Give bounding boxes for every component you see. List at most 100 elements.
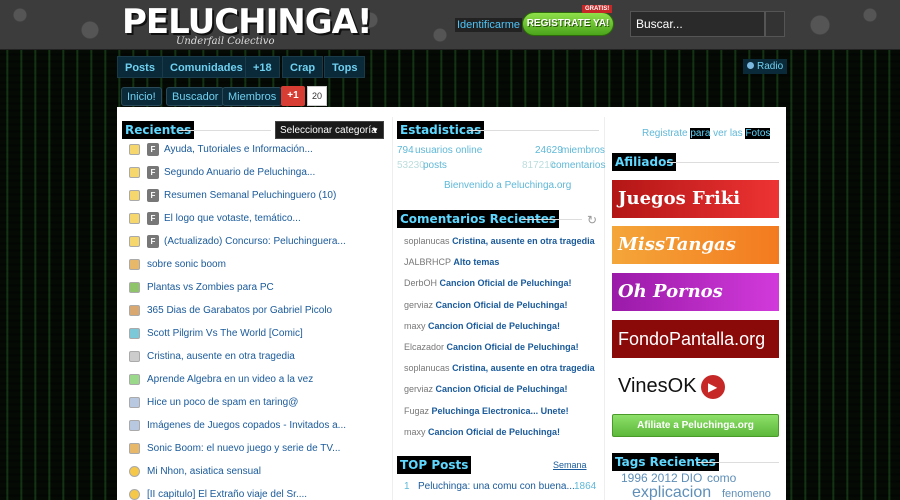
recent-post-row[interactable]: Cristina, ausente en otra tragedia bbox=[127, 349, 387, 367]
period-link-semana[interactable]: Semana bbox=[553, 460, 587, 470]
recent-post-row[interactable]: Imágenes de Juegos copados - Invitados a… bbox=[127, 418, 387, 436]
recent-post-title: 365 Dias de Garabatos por Gabriel Picolo bbox=[147, 305, 333, 316]
folder-icon bbox=[129, 144, 140, 155]
radio-link[interactable]: Radio bbox=[743, 59, 788, 74]
category-select[interactable]: Seleccionar categoría ▼ bbox=[275, 121, 384, 139]
recent-post-row[interactable]: Aprende Algebra en un video a la vez bbox=[127, 372, 387, 390]
tag-link[interactable]: 2012 bbox=[651, 471, 678, 485]
pinned-icon: F bbox=[147, 212, 159, 225]
plant-icon bbox=[129, 282, 140, 293]
comment-row[interactable]: DerbOH Cancion Oficial de Peluchinga! bbox=[404, 278, 572, 288]
comment-row[interactable]: gerviaz Cancion Oficial de Peluchinga! bbox=[404, 384, 568, 394]
radio-label: Radio bbox=[757, 61, 784, 72]
search-button[interactable] bbox=[765, 11, 785, 37]
comment-post-link[interactable]: Peluchinga Electronica... Unete! bbox=[432, 406, 569, 416]
site-logo[interactable]: PELUCHINGA! bbox=[122, 4, 372, 40]
tag-link[interactable]: fenomeno bbox=[722, 488, 771, 500]
comment-post-link[interactable]: Cancion Oficial de Peluchinga! bbox=[440, 278, 572, 288]
pinned-icon: F bbox=[147, 166, 159, 179]
tab-tops[interactable]: Tops bbox=[324, 56, 366, 78]
tab-posts[interactable]: Posts bbox=[117, 56, 163, 78]
tag-link[interactable]: 1996 bbox=[621, 471, 648, 485]
comment-row[interactable]: gerviaz Cancion Oficial de Peluchinga! bbox=[404, 300, 568, 310]
comment-row[interactable]: soplanucas Cristina, ausente en otra tra… bbox=[404, 363, 595, 373]
comment-row[interactable]: soplanucas Cristina, ausente en otra tra… bbox=[404, 236, 595, 246]
recent-post-row[interactable]: 365 Dias de Garabatos por Gabriel Picolo bbox=[127, 303, 387, 321]
refresh-icon[interactable]: ↻ bbox=[587, 213, 597, 227]
category-select-value: Seleccionar categoría bbox=[280, 125, 377, 136]
comment-user[interactable]: maxy bbox=[404, 427, 426, 437]
comment-row[interactable]: maxy Cancion Oficial de Peluchinga! bbox=[404, 321, 560, 331]
banner-juegos-friki[interactable]: Juegos Friki bbox=[612, 180, 779, 218]
recent-post-title: Segundo Anuario de Peluchinga... bbox=[164, 167, 316, 178]
comment-post-link[interactable]: Cristina, ausente en otra tragedia bbox=[452, 236, 595, 246]
recent-post-row[interactable]: F Ayuda, Tutoriales e Información... bbox=[127, 142, 387, 160]
recent-post-row[interactable]: Hice un poco de spam en taring@ bbox=[127, 395, 387, 413]
banner-fondo-pantalla[interactable]: FondoPantalla.org bbox=[612, 320, 779, 358]
folder-icon bbox=[129, 190, 140, 201]
recent-post-row[interactable]: F (Actualizado) Concurso: Peluchinguera..… bbox=[127, 234, 387, 252]
column-divider bbox=[392, 117, 393, 500]
comment-post-link[interactable]: Cancion Oficial de Peluchinga! bbox=[447, 342, 579, 352]
pinned-icon: F bbox=[147, 143, 159, 156]
register-button[interactable]: REGISTRATE YA! bbox=[522, 12, 614, 36]
subnav-inicio[interactable]: Inicio! bbox=[121, 87, 162, 106]
comment-post-link[interactable]: Alto temas bbox=[453, 257, 499, 267]
recent-post-row[interactable]: Plantas vs Zombies para PC bbox=[127, 280, 387, 298]
comment-user[interactable]: soplanucas bbox=[404, 236, 450, 246]
recent-post-row[interactable]: F El logo que votaste, temático... bbox=[127, 211, 387, 229]
search-input[interactable] bbox=[630, 11, 765, 37]
site-header: PELUCHINGA! Underfail Colectivo Identifi… bbox=[0, 0, 900, 50]
banner-oh-pornos[interactable]: Oh Pornos bbox=[612, 273, 779, 311]
tag-link[interactable]: explicacion bbox=[632, 484, 711, 500]
comment-user[interactable]: gerviaz bbox=[404, 300, 433, 310]
top-post-rank: 1 bbox=[404, 481, 410, 492]
banner-miss-tangas[interactable]: MissTangas bbox=[612, 226, 779, 264]
play-icon: ▶ bbox=[700, 374, 725, 399]
recent-post-row[interactable]: Mi Nhon, asiatica sensual bbox=[127, 464, 387, 482]
comment-user[interactable]: gerviaz bbox=[404, 384, 433, 394]
recent-post-row[interactable]: [II capitulo] El Extraño viaje del Sr...… bbox=[127, 487, 387, 500]
subnav-buscador[interactable]: Buscador bbox=[166, 87, 225, 106]
gplus-button[interactable]: +1 bbox=[281, 86, 305, 106]
comment-post-link[interactable]: Cancion Oficial de Peluchinga! bbox=[428, 321, 560, 331]
recent-post-title: [II capitulo] El Extraño viaje del Sr...… bbox=[147, 489, 308, 500]
comment-post-link[interactable]: Cancion Oficial de Peluchinga! bbox=[436, 384, 568, 394]
register-prompt-link[interactable]: Registrate bbox=[642, 128, 688, 139]
banner-vinesok[interactable]: VinesOK ▶ bbox=[612, 367, 779, 405]
tab-18[interactable]: +18 bbox=[245, 56, 280, 78]
comment-row[interactable]: Fugaz Peluchinga Electronica... Unete! bbox=[404, 406, 569, 416]
tag-link[interactable]: como bbox=[707, 471, 736, 485]
login-link[interactable]: Identificarme bbox=[455, 18, 522, 32]
comment-user[interactable]: soplanucas bbox=[404, 363, 450, 373]
recent-post-row[interactable]: F Segundo Anuario de Peluchinga... bbox=[127, 165, 387, 183]
section-rule bbox=[179, 130, 271, 131]
recent-post-row[interactable]: Scott Pilgrim Vs The World [Comic] bbox=[127, 326, 387, 344]
recent-post-row[interactable]: F Resumen Semanal Peluchinguero (10) bbox=[127, 188, 387, 206]
register-prompt-fotos: Fotos bbox=[745, 128, 771, 139]
recent-post-row[interactable]: sobre sonic boom bbox=[127, 257, 387, 275]
recent-post-title: Resumen Semanal Peluchinguero (10) bbox=[164, 190, 337, 201]
pinned-icon: F bbox=[147, 189, 159, 202]
comment-row[interactable]: JALBRHCP Alto temas bbox=[404, 257, 499, 267]
posts-count: 53230 bbox=[397, 160, 425, 171]
comment-user[interactable]: DerbOH bbox=[404, 278, 437, 288]
afiliate-button[interactable]: Afiliate a Peluchinga.org bbox=[612, 414, 779, 437]
comment-post-link[interactable]: Cristina, ausente en otra tragedia bbox=[452, 363, 595, 373]
tab-comunidades[interactable]: Comunidades bbox=[162, 56, 251, 78]
tab-crap[interactable]: Crap bbox=[282, 56, 324, 78]
comment-post-link[interactable]: Cancion Oficial de Peluchinga! bbox=[428, 427, 560, 437]
comment-user[interactable]: maxy bbox=[404, 321, 426, 331]
comment-post-link[interactable]: Cancion Oficial de Peluchinga! bbox=[436, 300, 568, 310]
subnav-miembros[interactable]: Miembros bbox=[222, 87, 283, 106]
comment-row[interactable]: maxy Cancion Oficial de Peluchinga! bbox=[404, 427, 560, 437]
register-prompt: Registrate para ver las Fotos bbox=[642, 128, 771, 139]
comment-user[interactable]: Elcazador bbox=[404, 342, 444, 352]
news-icon bbox=[129, 351, 140, 362]
comment-row[interactable]: Elcazador Cancion Oficial de Peluchinga! bbox=[404, 342, 579, 352]
tag-link[interactable]: DIO bbox=[681, 471, 702, 485]
recent-post-row[interactable]: Sonic Boom: el nuevo juego y serie de TV… bbox=[127, 441, 387, 459]
comment-user[interactable]: JALBRHCP bbox=[404, 257, 451, 267]
comment-user[interactable]: Fugaz bbox=[404, 406, 429, 416]
register-prompt-para: para bbox=[690, 128, 711, 139]
